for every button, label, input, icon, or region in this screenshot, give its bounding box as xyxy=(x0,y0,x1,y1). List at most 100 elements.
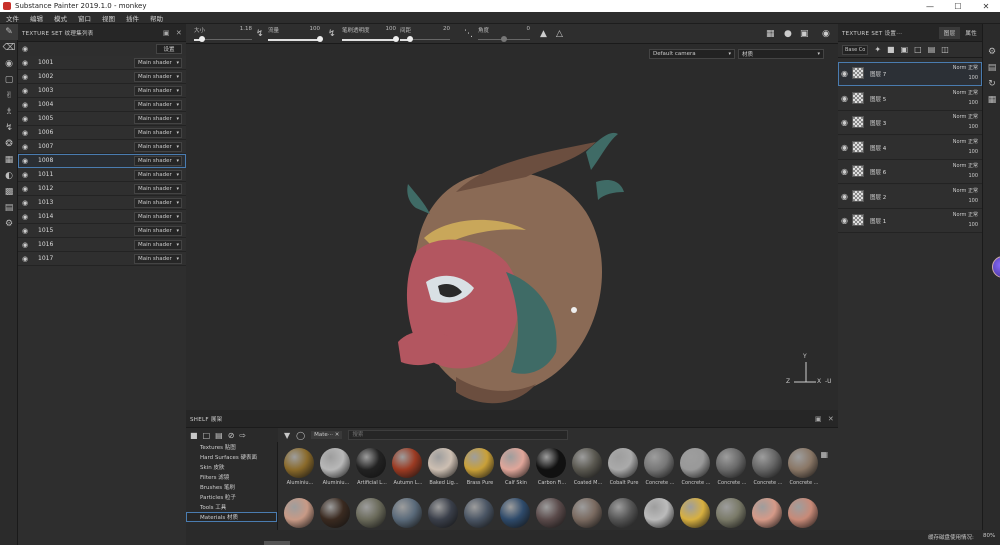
bake-icon[interactable]: ▦ xyxy=(0,152,18,168)
material-thumbnail[interactable]: Brass Pure xyxy=(460,446,500,486)
particle-icon[interactable]: ❂ xyxy=(0,136,18,152)
shelf-category-item[interactable]: Brushes 笔刷 xyxy=(186,482,277,492)
opacity-pressure-icon[interactable]: ↯ xyxy=(328,29,336,39)
eye-icon[interactable]: ◉ xyxy=(22,157,32,165)
shader-dropdown[interactable]: Main shader xyxy=(134,113,182,124)
shader-dropdown[interactable]: Main shader xyxy=(134,141,182,152)
layer-eye-icon[interactable]: ◉ xyxy=(841,167,848,176)
layer-opacity[interactable]: 100 xyxy=(968,100,978,106)
spacing-slider[interactable]: 间距 20 xyxy=(400,26,450,42)
channel-dropdown[interactable]: Base Co xyxy=(842,44,869,55)
texture-set-row[interactable]: ◉ 1013 Main shader xyxy=(18,196,186,210)
mirror-icon[interactable]: △ xyxy=(556,29,563,39)
shader-dropdown[interactable]: Main shader xyxy=(134,169,182,180)
material-thumbnail[interactable]: Concrete ... xyxy=(748,446,788,486)
filter-icon[interactable]: ▼ xyxy=(284,431,290,440)
monkey-head-model[interactable] xyxy=(386,122,626,412)
layer-opacity[interactable]: 100 xyxy=(968,149,978,155)
grid-view-icon[interactable]: ▦ xyxy=(820,450,828,459)
eye-icon[interactable]: ◉ xyxy=(22,115,32,123)
shader-dropdown[interactable]: Main shader xyxy=(134,99,182,110)
menu-plugins[interactable]: 插件 xyxy=(126,13,139,23)
screenshot-camera-icon[interactable]: ◉ xyxy=(822,29,830,39)
eye-icon[interactable]: ◉ xyxy=(22,213,32,221)
layer-blend-mode[interactable]: Norm 正常 xyxy=(953,187,978,194)
delete-layer-icon[interactable]: ◫ xyxy=(941,45,949,54)
add-effect-icon[interactable]: ✦ xyxy=(874,45,881,54)
texture-set-row[interactable]: ◉ 1015 Main shader xyxy=(18,224,186,238)
eye-icon[interactable]: ◉ xyxy=(22,171,32,179)
eye-icon[interactable]: ◉ xyxy=(22,129,32,137)
layer-blend-mode[interactable]: Norm 正常 xyxy=(953,211,978,218)
angle-slider[interactable]: 角度 0 xyxy=(478,26,530,42)
texture-set-row[interactable]: ◉ 1016 Main shader xyxy=(18,238,186,252)
minimize-button[interactable]: — xyxy=(916,0,944,12)
pressure-icon[interactable]: ↯ xyxy=(256,29,264,39)
layer-blend-mode[interactable]: Norm 正常 xyxy=(953,162,978,169)
shader-dropdown[interactable]: Main shader xyxy=(134,57,182,68)
shader-dropdown[interactable]: Main shader xyxy=(134,211,182,222)
database-icon[interactable]: ▤ xyxy=(215,431,223,440)
assistant-orb-icon[interactable] xyxy=(992,256,1000,278)
shelf-category-item[interactable]: Filters 滤镜 xyxy=(186,472,277,482)
layer-opacity[interactable]: 100 xyxy=(968,173,978,179)
layer-row[interactable]: ◉ 图层 3 Norm 正常 100 xyxy=(838,111,982,135)
undock-icon[interactable]: ▣ xyxy=(163,29,170,37)
layer-eye-icon[interactable]: ◉ xyxy=(841,192,848,201)
shader-dropdown[interactable]: Main shader xyxy=(134,71,182,82)
material-thumbnail[interactable]: Coated M... xyxy=(568,446,608,486)
tab-layers[interactable]: 图层 xyxy=(938,26,961,39)
add-fill-icon[interactable]: ▣ xyxy=(901,45,909,54)
menu-edit[interactable]: 编辑 xyxy=(30,13,43,23)
display-settings-icon[interactable]: ⚙ xyxy=(983,44,1000,60)
folder-icon[interactable]: ■ xyxy=(190,431,198,440)
symmetry-icon[interactable]: ▲ xyxy=(540,29,547,39)
layer-eye-icon[interactable]: ◉ xyxy=(841,118,848,127)
view-settings-icon[interactable]: ▣ xyxy=(800,29,809,39)
picker-icon[interactable]: ↯ xyxy=(0,120,18,136)
texture-set-row[interactable]: ◉ 1014 Main shader xyxy=(18,210,186,224)
shader-dropdown[interactable]: Main shader xyxy=(134,197,182,208)
shader-dropdown[interactable]: Main shader xyxy=(134,85,182,96)
eraser-icon[interactable]: ⌫ xyxy=(0,40,18,56)
material-thumbnail[interactable]: Artificial L... xyxy=(352,446,392,486)
layer-blend-mode[interactable]: Norm 正常 xyxy=(953,113,978,120)
layer-row[interactable]: ◉ 图层 7 Norm 正常 100 xyxy=(838,62,982,86)
layer-blend-mode[interactable]: Norm 正常 xyxy=(953,138,978,145)
filter-tag[interactable]: Mate··· ✕ xyxy=(311,431,343,439)
shader-dropdown[interactable]: Main shader xyxy=(134,127,182,138)
menu-file[interactable]: 文件 xyxy=(6,13,19,23)
polygon-fill-icon[interactable]: ▢ xyxy=(0,72,18,88)
layer-blend-mode[interactable]: Norm 正常 xyxy=(953,89,978,96)
eye-icon[interactable]: ◉ xyxy=(22,143,32,151)
eye-icon[interactable]: ◉ xyxy=(22,199,32,207)
menu-help[interactable]: 帮助 xyxy=(150,13,163,23)
close-panel-icon[interactable]: ✕ xyxy=(176,29,182,37)
layer-blend-mode[interactable]: Norm 正常 xyxy=(953,64,978,71)
shader-dropdown[interactable]: Main shader xyxy=(134,239,182,250)
reset-filter-icon[interactable]: ◯ xyxy=(296,431,305,440)
export-icon[interactable]: ▤ xyxy=(0,200,18,216)
undock-icon[interactable]: ▣ xyxy=(815,415,822,423)
layer-eye-icon[interactable]: ◉ xyxy=(841,69,848,78)
add-folder-icon[interactable]: ▤ xyxy=(928,45,936,54)
eye-icon[interactable]: ◉ xyxy=(22,227,32,235)
layer-row[interactable]: ◉ 图层 4 Norm 正常 100 xyxy=(838,135,982,160)
material-thumbnail[interactable]: Concrete ... xyxy=(640,446,680,486)
eye-icon[interactable]: ◉ xyxy=(22,87,32,95)
tab-properties[interactable]: 属性 xyxy=(960,27,982,39)
status-scroll-handle[interactable] xyxy=(264,541,290,545)
layer-eye-icon[interactable]: ◉ xyxy=(841,143,848,152)
layer-opacity[interactable]: 100 xyxy=(968,198,978,204)
texture-set-row[interactable]: ◉ 1004 Main shader xyxy=(18,98,186,112)
eye-icon[interactable]: ◉ xyxy=(22,241,32,249)
menu-window[interactable]: 窗口 xyxy=(78,13,91,23)
texture-set-row[interactable]: ◉ 1005 Main shader xyxy=(18,112,186,126)
add-layer-icon[interactable]: □ xyxy=(914,45,922,54)
layer-row[interactable]: ◉ 图层 1 Norm 正常 100 xyxy=(838,209,982,233)
hide-icon[interactable]: ⊘ xyxy=(228,431,235,440)
eye-icon[interactable]: ◉ xyxy=(22,73,32,81)
eye-icon[interactable]: ◉ xyxy=(22,185,32,193)
texture-set-row[interactable]: ◉ 1002 Main shader xyxy=(18,70,186,84)
lazy-mouse-icon[interactable]: ⋱ xyxy=(464,29,473,39)
